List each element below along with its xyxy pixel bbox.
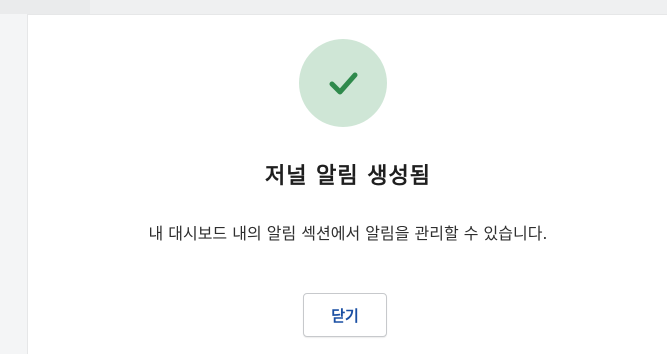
dialog-title: 저널 알림 생성됨 xyxy=(265,164,431,189)
top-bar xyxy=(0,0,667,14)
top-bar-accent xyxy=(0,0,90,14)
check-icon xyxy=(329,72,358,95)
alert-created-dialog: 저널 알림 생성됨 내 대시보드 내의 알림 섹션에서 알림을 관리할 수 있습… xyxy=(27,14,667,354)
dialog-message: 내 대시보드 내의 알림 섹션에서 알림을 관리할 수 있습니다. xyxy=(148,224,548,243)
close-button[interactable]: 닫기 xyxy=(303,293,387,337)
success-badge xyxy=(299,39,387,127)
